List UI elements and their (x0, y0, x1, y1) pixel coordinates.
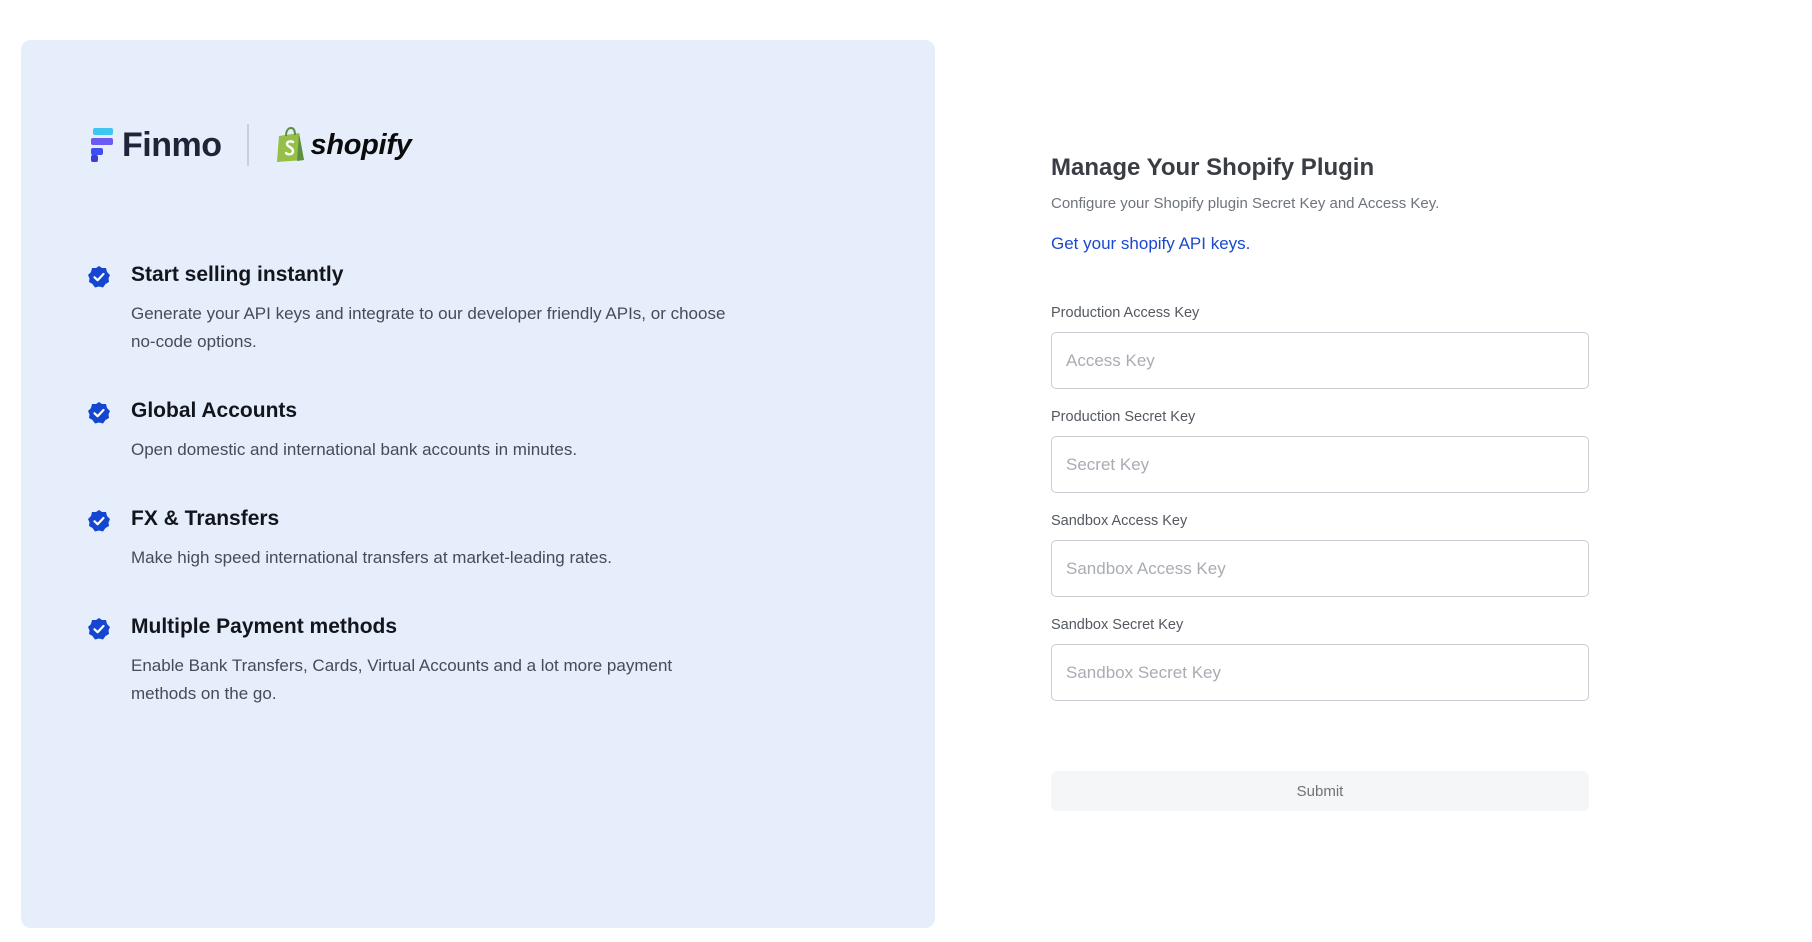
feature-title: Start selling instantly (131, 263, 344, 286)
page-subtitle: Configure your Shopify plugin Secret Key… (1051, 195, 1440, 212)
key-fields: Production Access Key Production Secret … (1051, 304, 1589, 701)
feature-description: Enable Bank Transfers, Cards, Virtual Ac… (131, 656, 673, 703)
submit-button[interactable]: Submit (1051, 771, 1589, 811)
page-title: Manage Your Shopify Plugin (1051, 154, 1375, 181)
plugin-form: Manage Your Shopify Plugin Configure you… (1051, 150, 1589, 811)
feature-item: Global Accounts Open domestic and intern… (87, 396, 807, 464)
production-secret-key-group: Production Secret Key (1051, 408, 1589, 493)
production-secret-key-input[interactable] (1051, 436, 1589, 493)
brand-logos: Finmo shopify (90, 103, 412, 187)
feature-title: Global Accounts (131, 399, 298, 422)
finmo-wordmark: Finmo (122, 125, 222, 164)
sandbox-access-key-group: Sandbox Access Key (1051, 512, 1589, 597)
sandbox-access-key-label: Sandbox Access Key (1051, 513, 1188, 529)
shopify-bag-icon (277, 127, 305, 162)
check-badge-icon (88, 266, 110, 288)
check-badge-icon (88, 402, 110, 424)
feature-title: Multiple Payment methods (131, 615, 398, 638)
feature-item: FX & Transfers Make high speed internati… (87, 504, 807, 572)
production-access-key-group: Production Access Key (1051, 304, 1589, 389)
production-secret-key-label: Production Secret Key (1051, 409, 1196, 425)
logo-divider (247, 124, 250, 166)
production-access-key-label: Production Access Key (1051, 305, 1200, 321)
feature-description: Open domestic and international bank acc… (131, 440, 578, 459)
finmo-logo-icon (91, 128, 113, 162)
feature-list: Start selling instantly Generate your AP… (87, 260, 807, 708)
get-api-keys-link[interactable]: Get your shopify API keys. (1051, 232, 1250, 256)
sandbox-secret-key-group: Sandbox Secret Key (1051, 616, 1589, 701)
sandbox-access-key-input[interactable] (1051, 540, 1589, 597)
feature-description: Make high speed international transfers … (131, 548, 612, 567)
feature-item: Multiple Payment methods Enable Bank Tra… (87, 612, 807, 708)
feature-item: Start selling instantly Generate your AP… (87, 260, 807, 356)
feature-description: Generate your API keys and integrate to … (131, 304, 726, 351)
shopify-wordmark: shopify (310, 128, 412, 161)
check-badge-icon (88, 618, 110, 640)
feature-title: FX & Transfers (131, 507, 280, 530)
sandbox-secret-key-label: Sandbox Secret Key (1051, 617, 1184, 633)
sandbox-secret-key-input[interactable] (1051, 644, 1589, 701)
production-access-key-input[interactable] (1051, 332, 1589, 389)
feature-panel: Finmo shopify Start selling instantly Ge… (21, 40, 935, 928)
check-badge-icon (88, 510, 110, 532)
